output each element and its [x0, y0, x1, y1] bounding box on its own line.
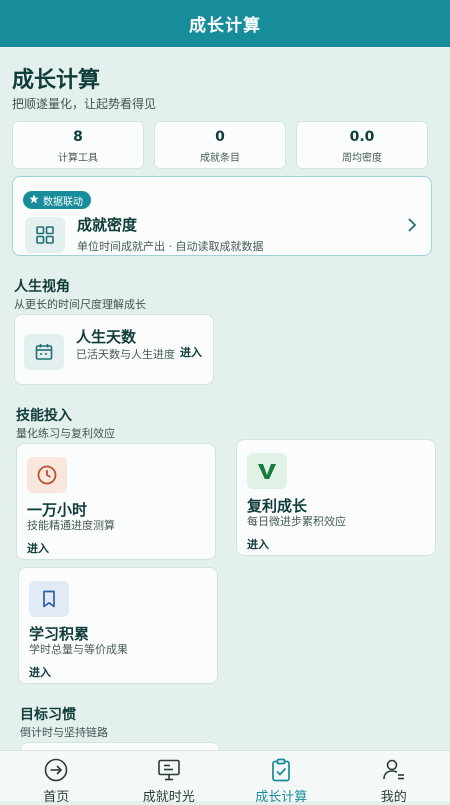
tab-growth-calc[interactable]: 成长计算 — [225, 751, 338, 801]
section-title-skill: 技能投入 — [16, 405, 72, 425]
tab-achievement-time[interactable]: 成就时光 — [113, 751, 226, 801]
achievement-density-card[interactable]: 数据联动 成就密度 单位时间成就产出 · 自动读取成就数据 — [12, 176, 432, 256]
tab-label: 首页 — [0, 786, 113, 805]
stat-achievements: 0 成就条目 — [154, 121, 286, 169]
section-subtitle-life: 从更长的时间尺度理解成长 — [14, 296, 146, 312]
card-description: 技能精通进度测算 — [27, 518, 115, 534]
clock-icon — [27, 457, 67, 493]
tab-label: 我的 — [338, 786, 450, 805]
badge-label: 数据联动 — [43, 193, 83, 208]
section-subtitle-skill: 量化练习与复利效应 — [16, 425, 115, 441]
card-title: 一万小时 — [27, 499, 87, 520]
card-title: 人生天数 — [76, 326, 136, 347]
feature-description: 单位时间成就产出 · 自动读取成就数据 — [77, 238, 264, 254]
tab-label: 成长计算 — [225, 786, 338, 805]
v-letter-icon — [247, 453, 287, 489]
page-title: 成长计算 — [12, 62, 100, 94]
card-description: 每日微进步累积效应 — [247, 514, 346, 530]
star-icon — [29, 194, 39, 207]
stat-label: 计算工具 — [13, 149, 143, 164]
compound-growth-card[interactable]: 复利成长 每日微进步累积效应 进入 — [236, 439, 436, 556]
goal-card-partial[interactable] — [20, 742, 220, 750]
bottom-tab-bar: 首页 成就时光 成长计算 我的 — [0, 750, 450, 801]
stat-weekly-density: 0.0 周均密度 — [296, 121, 428, 169]
stat-calc-tools: 8 计算工具 — [12, 121, 144, 169]
grid-icon — [25, 217, 65, 253]
stat-label: 成就条目 — [155, 149, 285, 164]
enter-link[interactable]: 进入 — [247, 536, 269, 552]
life-days-card[interactable]: 人生天数 已活天数与人生进度 进入 — [14, 314, 214, 385]
card-description: 学时总量与等价成果 — [29, 642, 128, 658]
card-title: 复利成长 — [247, 495, 307, 516]
stat-value: 0.0 — [297, 129, 427, 145]
tab-home[interactable]: 首页 — [0, 751, 113, 801]
data-link-badge: 数据联动 — [23, 191, 91, 209]
study-accumulation-card[interactable]: 学习积累 学时总量与等价成果 进入 — [18, 567, 218, 684]
page-subtitle: 把顺遂量化，让起势看得见 — [12, 95, 156, 112]
enter-link[interactable]: 进入 — [180, 344, 202, 360]
tab-label: 成就时光 — [113, 786, 226, 805]
section-title-goal: 目标习惯 — [20, 704, 76, 724]
content-sheet[interactable]: 成长计算 把顺遂量化，让起势看得见 8 计算工具 0 成就条目 0.0 周均密度… — [0, 47, 450, 750]
card-title: 学习积累 — [29, 623, 89, 644]
top-app-bar: 成长计算 — [0, 0, 450, 47]
tab-profile[interactable]: 我的 — [338, 751, 450, 801]
section-title-life: 人生视角 — [14, 276, 70, 296]
calendar-icon — [24, 334, 64, 370]
app-bar-title: 成长计算 — [189, 11, 261, 36]
stat-value: 0 — [155, 129, 285, 145]
stat-value: 8 — [13, 129, 143, 145]
bookmark-icon — [29, 581, 69, 617]
enter-link[interactable]: 进入 — [29, 664, 51, 680]
chevron-right-icon[interactable] — [407, 217, 417, 237]
section-subtitle-goal: 倒计时与坚持链路 — [20, 724, 108, 740]
enter-link[interactable]: 进入 — [27, 540, 49, 556]
feature-title: 成就密度 — [77, 214, 137, 235]
card-description: 已活天数与人生进度 — [76, 347, 180, 363]
ten-thousand-hours-card[interactable]: 一万小时 技能精通进度测算 进入 — [16, 443, 216, 560]
stat-label: 周均密度 — [297, 149, 427, 164]
